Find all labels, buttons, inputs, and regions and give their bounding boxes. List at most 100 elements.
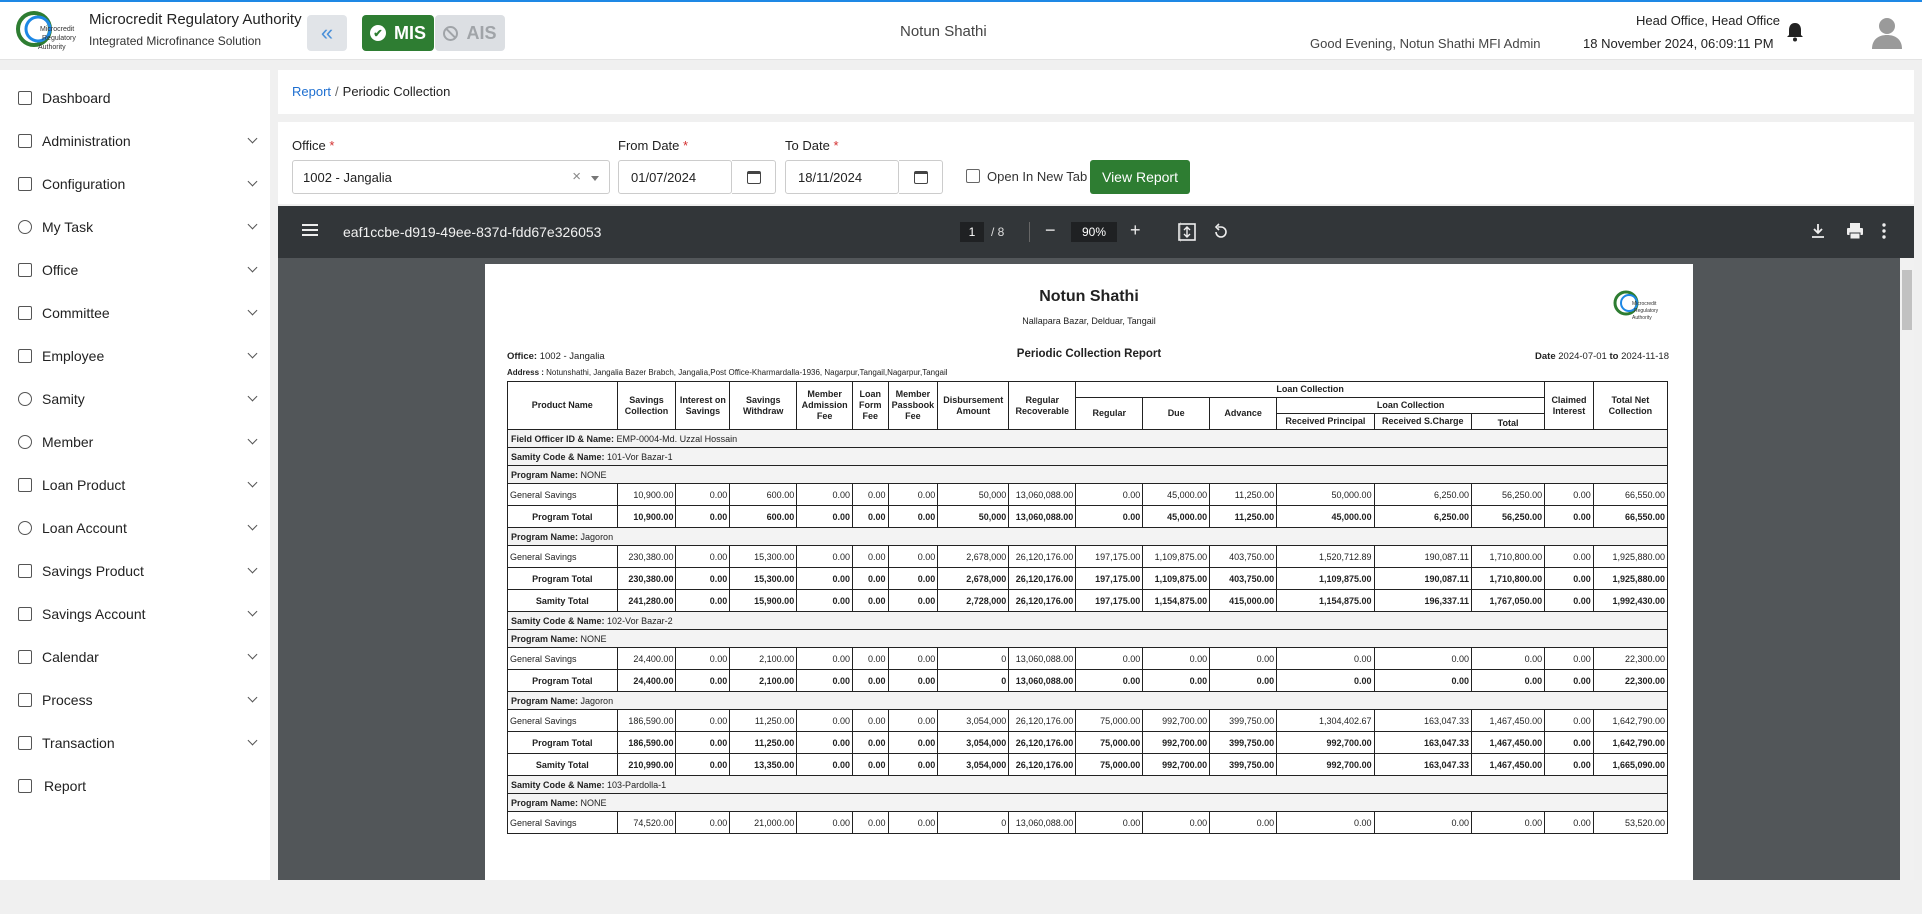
table-cell: 26,120,176.00	[1008, 567, 1077, 590]
zoom-out-icon[interactable]: −	[1045, 220, 1056, 241]
menu-icon[interactable]	[302, 224, 318, 236]
ais-button[interactable]: AIS	[435, 15, 505, 51]
table-cell: 1,925,880.00	[1592, 567, 1669, 590]
col-claimed-interest: Claimed Interest	[1544, 381, 1594, 430]
zoom-input[interactable]: 90%	[1071, 222, 1117, 242]
table-cell: 992,700.00	[1142, 731, 1211, 754]
table-cell: 11,250.00	[1209, 505, 1278, 528]
org-subtitle: Integrated Microfinance Solution	[89, 34, 262, 48]
col-savings-withdraw: Savings Withdraw	[729, 381, 798, 430]
table-cell: 992,700.00	[1276, 753, 1375, 776]
table-cell: 0.00	[796, 709, 854, 732]
svg-text:Authority: Authority	[1632, 315, 1652, 321]
table-cell: 197,175.00	[1075, 567, 1144, 590]
table-cell: 1,710,800.00	[1470, 545, 1546, 568]
table-cell: 403,750.00	[1209, 545, 1278, 568]
sidebar-item-loan-account[interactable]: Loan Account	[0, 508, 270, 548]
breadcrumb: Report / Periodic Collection	[292, 84, 450, 99]
table-cell: 11,250.00	[729, 709, 798, 732]
breadcrumb-separator: /	[335, 84, 339, 99]
print-icon[interactable]	[1846, 222, 1864, 240]
collection-table: Product Name Savings Collection Interest…	[507, 381, 1669, 834]
sidebar-item-employee[interactable]: Employee	[0, 336, 270, 376]
sidebar-item-label: Savings Product	[42, 563, 144, 579]
fit-page-icon[interactable]	[1178, 223, 1196, 241]
sidebar: Dashboard Administration Configuration M…	[0, 70, 270, 880]
open-new-tab-checkbox[interactable]	[966, 169, 980, 183]
table-cell: 0.00	[1276, 669, 1375, 692]
more-vertical-icon[interactable]	[1881, 222, 1887, 240]
sidebar-item-member[interactable]: Member	[0, 422, 270, 462]
table-cell: 3,054,000	[937, 753, 1010, 776]
table-cell: 1,109,875.00	[1142, 567, 1211, 590]
col-total: Total	[1470, 413, 1546, 430]
rotate-icon[interactable]	[1212, 223, 1230, 241]
sidebar-item-report[interactable]: Report	[0, 766, 270, 806]
view-report-button[interactable]: View Report	[1090, 160, 1190, 194]
mis-button[interactable]: ✔ MIS	[362, 15, 434, 51]
sidebar-item-configuration[interactable]: Configuration	[0, 164, 270, 204]
datetime: 18 November 2024, 06:09:11 PM	[1583, 36, 1774, 51]
table-cell: 66,550.00	[1592, 483, 1669, 506]
sidebar-item-administration[interactable]: Administration	[0, 121, 270, 161]
to-date-input[interactable]: 18/11/2024	[785, 160, 899, 194]
mis-label: MIS	[393, 22, 426, 43]
sidebar-item-committee[interactable]: Committee	[0, 293, 270, 333]
col-disbursement-amount: Disbursement Amount	[937, 381, 1010, 430]
table-cell: 13,060,088.00	[1008, 647, 1077, 670]
table-cell: 0.00	[1209, 647, 1278, 670]
sidebar-item-calendar[interactable]: Calendar	[0, 637, 270, 677]
zoom-in-icon[interactable]: +	[1130, 220, 1141, 241]
committee-icon	[18, 306, 32, 320]
breadcrumb-report-link[interactable]: Report	[292, 84, 331, 99]
table-cell: Program Total	[507, 567, 618, 590]
caret-down-icon[interactable]	[591, 176, 599, 181]
download-icon[interactable]	[1810, 223, 1826, 239]
table-cell: 13,350.00	[729, 753, 798, 776]
sidebar-item-label: Loan Account	[42, 520, 127, 536]
sidebar-item-my-task[interactable]: My Task	[0, 207, 270, 247]
table-cell: 197,175.00	[1075, 589, 1144, 612]
user-avatar-icon[interactable]	[1870, 15, 1904, 49]
sidebar-item-savings-product[interactable]: Savings Product	[0, 551, 270, 591]
table-cell: 0.00	[1470, 647, 1546, 670]
table-cell: 0.00	[675, 505, 731, 528]
table-cell: 0.00	[852, 669, 889, 692]
section-row: Samity Code & Name: 101-Vor Bazar-1	[507, 447, 1668, 466]
calendar-icon	[18, 650, 32, 664]
table-cell: 1,467,450.00	[1470, 709, 1546, 732]
sidebar-item-office[interactable]: Office	[0, 250, 270, 290]
sidebar-item-samity[interactable]: Samity	[0, 379, 270, 419]
sidebar-item-dashboard[interactable]: Dashboard	[0, 78, 270, 118]
table-cell: 2,100.00	[729, 647, 798, 670]
sidebar-item-loan-product[interactable]: Loan Product	[0, 465, 270, 505]
sidebar-item-process[interactable]: Process	[0, 680, 270, 720]
scrollbar-thumb[interactable]	[1902, 270, 1912, 330]
table-row: General Savings 24,400.00 0.00 2,100.00 0.00…	[507, 647, 1669, 670]
from-date-input[interactable]: 01/07/2024	[618, 160, 732, 194]
total-row: Program Total 186,590.00 0.00 11,250.00 0.00…	[507, 731, 1669, 754]
table-cell: 0.00	[675, 483, 731, 506]
page-number-input[interactable]: 1	[960, 222, 984, 242]
sidebar-item-savings-account[interactable]: Savings Account	[0, 594, 270, 634]
table-cell: 0	[937, 811, 1010, 834]
dashboard-icon	[18, 91, 32, 105]
table-cell: 50,000	[937, 483, 1010, 506]
pdf-file-name: eaf1ccbe-d919-49ee-837d-fdd67e326053	[343, 224, 602, 240]
sidebar-item-transaction[interactable]: Transaction	[0, 723, 270, 763]
table-cell: 0.00	[1075, 647, 1144, 670]
to-date-calendar-button[interactable]	[899, 160, 943, 194]
report-heading: Periodic Collection Report	[1016, 348, 1162, 360]
table-cell: 1,304,402.67	[1276, 709, 1375, 732]
bell-icon[interactable]	[1786, 22, 1804, 42]
collapse-sidebar-button[interactable]: «	[307, 15, 347, 51]
table-cell: 241,280.00	[616, 589, 677, 612]
table-cell: 1,642,790.00	[1592, 731, 1669, 754]
pdf-scrollbar[interactable]	[1900, 258, 1914, 880]
office-select[interactable]: 1002 - Jangalia ×	[292, 160, 610, 194]
table-cell: 163,047.33	[1373, 709, 1473, 732]
from-date-calendar-button[interactable]	[732, 160, 776, 194]
sidebar-item-label: Dashboard	[42, 90, 111, 106]
clear-icon[interactable]: ×	[572, 168, 581, 185]
table-cell: 0.00	[852, 505, 889, 528]
